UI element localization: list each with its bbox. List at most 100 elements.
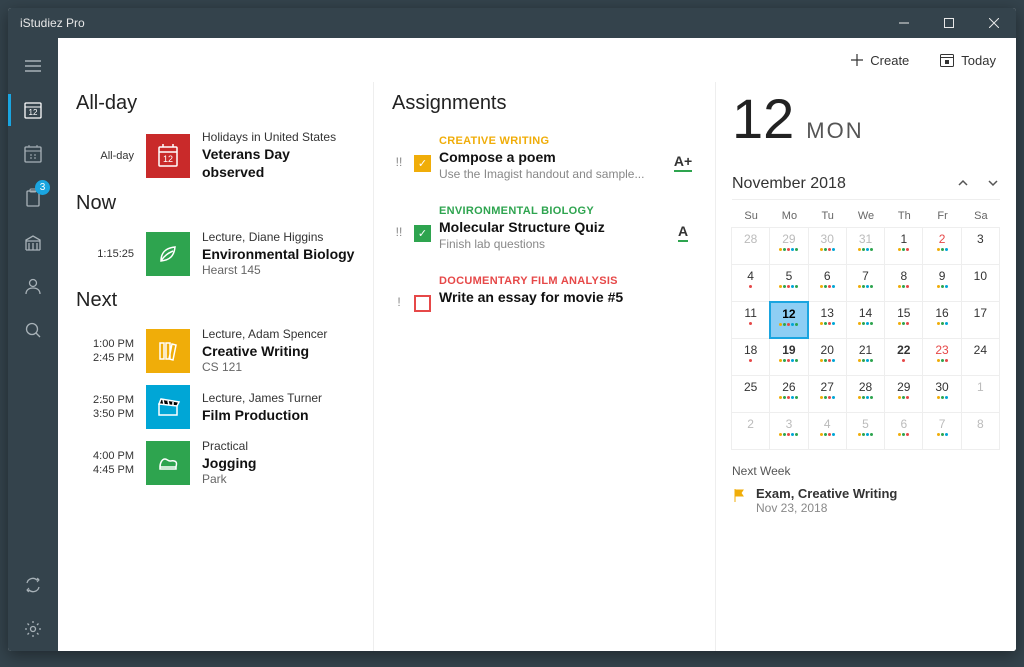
event-tile (146, 441, 190, 485)
nav-calendar[interactable] (8, 132, 58, 176)
event-dots (937, 322, 948, 325)
day-number: 6 (900, 417, 907, 431)
day-number: 28 (744, 232, 757, 246)
calendar-day-cell[interactable]: 16 (922, 301, 961, 339)
big-date-dow: MON (806, 118, 863, 144)
calendar-day-cell[interactable]: 4 (808, 412, 847, 450)
calendar-next-button[interactable] (986, 176, 1000, 193)
day-number: 1 (900, 232, 907, 246)
calendar-day-cell[interactable]: 12 (769, 301, 808, 339)
assignment-checkbox[interactable] (414, 295, 431, 312)
schedule-item-next[interactable]: 1:00 PM 2:45 PM Lecture, Adam Spencer Cr… (76, 322, 355, 380)
nav-today[interactable]: 12 (8, 88, 58, 132)
assignments-column: Assignments !!✓CREATIVE WRITINGCompose a… (373, 82, 716, 651)
section-now-heading: Now (76, 192, 355, 215)
minimize-button[interactable] (881, 8, 926, 38)
calendar-day-cell[interactable]: 5 (769, 264, 808, 302)
end-time: 3:50 PM (76, 407, 134, 421)
calendar-prev-button[interactable] (956, 176, 970, 193)
calendar-day-cell[interactable]: 27 (808, 375, 847, 413)
calendar-day-cell[interactable]: 28 (731, 227, 770, 265)
calendar-day-icon: 12 (23, 100, 43, 120)
calendar-day-cell[interactable]: 20 (808, 338, 847, 376)
create-button[interactable]: Create (850, 53, 909, 68)
calendar-day-cell[interactable]: 15 (884, 301, 923, 339)
nav-instructors[interactable] (8, 264, 58, 308)
event-meta: Holidays in United States (202, 130, 355, 145)
calendar-day-cell[interactable]: 1 (961, 375, 1000, 413)
schedule-column: All-day All-day 12 Holidays in United St… (58, 82, 373, 651)
calendar-day-cell[interactable]: 8 (961, 412, 1000, 450)
minimize-icon (899, 18, 909, 28)
day-number: 9 (939, 269, 946, 283)
clapper-icon (155, 394, 181, 420)
calendar-day-cell[interactable]: 1 (884, 227, 923, 265)
calendar-day-cell[interactable]: 14 (846, 301, 885, 339)
calendar-day-cell[interactable]: 26 (769, 375, 808, 413)
calendar-day-cell[interactable]: 29 (884, 375, 923, 413)
calendar-day-cell[interactable]: 30 (808, 227, 847, 265)
assignment-checkbox[interactable]: ✓ (414, 225, 431, 242)
calendar-day-cell[interactable]: 6 (884, 412, 923, 450)
nav-settings[interactable] (8, 607, 58, 651)
calendar-day-cell[interactable]: 10 (961, 264, 1000, 302)
day-number: 24 (974, 343, 987, 357)
calendar-day-cell[interactable]: 28 (846, 375, 885, 413)
today-button[interactable]: Today (939, 52, 996, 68)
calendar-weekday: Tu (809, 204, 847, 228)
nav-menu-toggle[interactable] (8, 44, 58, 88)
calendar-day-cell[interactable]: 8 (884, 264, 923, 302)
calendar-day-cell[interactable]: 4 (731, 264, 770, 302)
calendar-day-cell[interactable]: 13 (808, 301, 847, 339)
schedule-item-allday[interactable]: All-day 12 Holidays in United States Vet… (76, 125, 355, 186)
calendar-day-cell[interactable]: 31 (846, 227, 885, 265)
event-title: Veterans Day observed (202, 145, 355, 181)
close-icon (989, 18, 999, 28)
end-time: 4:45 PM (76, 463, 134, 477)
day-number: 29 (782, 232, 795, 246)
calendar-day-cell[interactable]: 21 (846, 338, 885, 376)
upcoming-item[interactable]: Exam, Creative Writing Nov 23, 2018 (732, 486, 1000, 515)
calendar-day-cell[interactable]: 30 (922, 375, 961, 413)
event-dots (820, 396, 835, 399)
calendar-day-cell[interactable]: 29 (769, 227, 808, 265)
sync-icon (23, 575, 43, 595)
nav-assignments[interactable]: 3 (8, 176, 58, 220)
calendar-day-cell[interactable]: 24 (961, 338, 1000, 376)
assignment-checkbox[interactable]: ✓ (414, 155, 431, 172)
maximize-button[interactable] (926, 8, 971, 38)
schedule-item-next[interactable]: 2:50 PM 3:50 PM Lecture, James Turner Fi… (76, 380, 355, 434)
calendar-day-cell[interactable]: 7 (922, 412, 961, 450)
assignment-item[interactable]: !!✓CREATIVE WRITINGCompose a poemUse the… (392, 125, 697, 195)
calendar-day-cell[interactable]: 3 (961, 227, 1000, 265)
day-number: 16 (935, 306, 948, 320)
calendar-day-cell[interactable]: 6 (808, 264, 847, 302)
start-time: 1:00 PM (76, 337, 134, 351)
window-controls (881, 8, 1016, 38)
calendar-day-cell[interactable]: 23 (922, 338, 961, 376)
calendar-day-cell[interactable]: 2 (922, 227, 961, 265)
calendar-day-cell[interactable]: 11 (731, 301, 770, 339)
calendar-day-cell[interactable]: 25 (731, 375, 770, 413)
day-number: 2 (747, 417, 754, 431)
nav-search[interactable] (8, 308, 58, 352)
calendar-day-cell[interactable]: 9 (922, 264, 961, 302)
titlebar[interactable]: iStudiez Pro (8, 8, 1016, 38)
close-button[interactable] (971, 8, 1016, 38)
schedule-item-next[interactable]: 4:00 PM 4:45 PM Practical Jogging Park (76, 434, 355, 492)
calendar-day-cell[interactable]: 7 (846, 264, 885, 302)
day-number: 21 (859, 343, 872, 357)
calendar-day-cell[interactable]: 3 (769, 412, 808, 450)
calendar-day-cell[interactable]: 17 (961, 301, 1000, 339)
calendar-day-cell[interactable]: 2 (731, 412, 770, 450)
schedule-item-now[interactable]: 1:15:25 Lecture, Diane Higgins Environme… (76, 225, 355, 283)
nav-planner[interactable] (8, 220, 58, 264)
calendar-day-cell[interactable]: 22 (884, 338, 923, 376)
calendar-day-cell[interactable]: 18 (731, 338, 770, 376)
assignment-item[interactable]: !DOCUMENTARY FILM ANALYSISWrite an essay… (392, 265, 697, 326)
calendar-day-cell[interactable]: 5 (846, 412, 885, 450)
calendar-day-cell[interactable]: 19 (769, 338, 808, 376)
nav-sync[interactable] (8, 563, 58, 607)
day-number: 7 (939, 417, 946, 431)
assignment-item[interactable]: !!✓ENVIRONMENTAL BIOLOGYMolecular Struct… (392, 195, 697, 265)
